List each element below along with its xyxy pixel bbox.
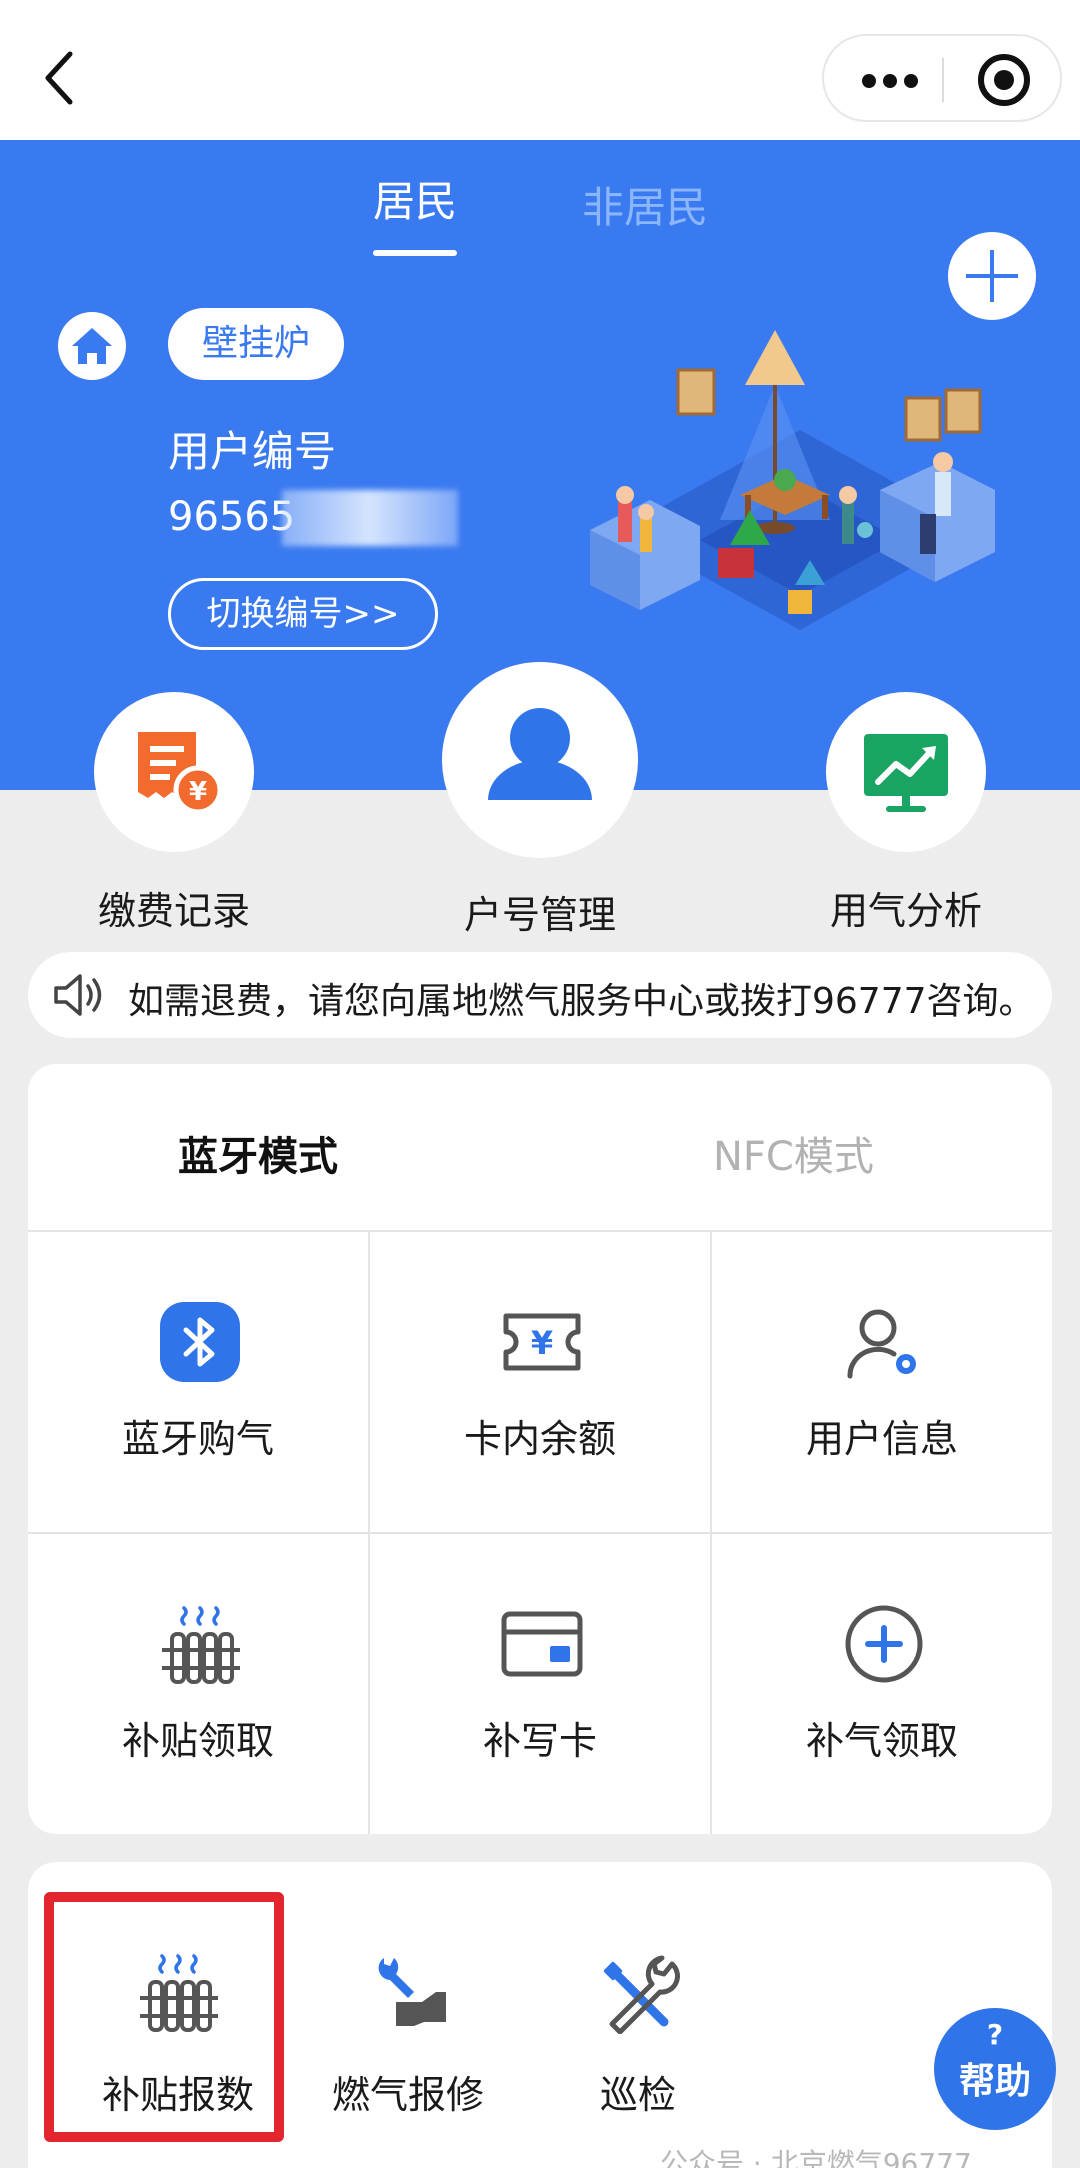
- close-miniprogram-icon[interactable]: [978, 54, 1030, 106]
- home-icon: [58, 312, 126, 380]
- capsule-divider: [942, 58, 944, 102]
- help-label: 帮助: [958, 2061, 1031, 2102]
- tab-nfc-mode[interactable]: NFC模式: [713, 1124, 874, 1182]
- radiator-icon: [162, 1606, 240, 1684]
- gas-repair-button[interactable]: 燃气报修: [298, 1892, 518, 2132]
- card-balance-label: 卡内余额: [463, 1417, 616, 1461]
- rewrite-card-label: 补写卡: [482, 1719, 597, 1763]
- living-room-illustration: [590, 330, 995, 630]
- wrench-hand-icon: [378, 1958, 446, 2026]
- account-number: 96565: [168, 494, 296, 540]
- active-tab-indicator: [373, 250, 457, 256]
- top-nav-bar: [0, 0, 1080, 140]
- mode-card: 蓝牙模式 NFC模式 蓝牙购气 ¥ 卡内余额 用户信息 补贴领取 补写卡 补气领…: [28, 1064, 1052, 1834]
- user-info-button[interactable]: 用户信息: [712, 1232, 1052, 1532]
- back-icon[interactable]: [38, 48, 86, 108]
- highlight-annotation-box: [44, 1892, 284, 2142]
- bluetooth-purchase-label: 蓝牙购气: [121, 1417, 274, 1461]
- help-question-mark: ?: [986, 2018, 1004, 2051]
- inspection-button[interactable]: 巡检: [528, 1892, 748, 2132]
- more-icon[interactable]: [860, 70, 920, 90]
- watermark: 公众号 · 北京燃气96777: [660, 2147, 972, 2168]
- inspection-label: 巡检: [599, 2073, 676, 2117]
- tab-bluetooth-mode[interactable]: 蓝牙模式: [178, 1124, 338, 1182]
- add-circle-icon: [845, 1605, 923, 1683]
- usage-analysis-label: 用气分析: [829, 889, 982, 933]
- payment-records-label: 缴费记录: [97, 889, 250, 933]
- card-balance-button[interactable]: ¥ 卡内余额: [370, 1232, 710, 1532]
- payment-records-button[interactable]: ¥: [94, 692, 254, 852]
- speaker-icon: [54, 974, 102, 1016]
- notice-bar[interactable]: 如需退费，请您向属地燃气服务中心或拨打96777咨询。: [28, 952, 1052, 1038]
- account-number-label: 用户编号: [168, 427, 337, 476]
- user-profile-icon: [488, 708, 592, 800]
- user-info-label: 用户信息: [805, 1417, 958, 1461]
- account-management-button[interactable]: [442, 662, 638, 858]
- bluetooth-purchase-button[interactable]: 蓝牙购气: [28, 1232, 368, 1532]
- trend-chart-icon: [864, 734, 948, 812]
- svg-text:¥: ¥: [189, 777, 207, 807]
- help-button[interactable]: ? 帮助: [934, 2008, 1056, 2130]
- receipt-icon: ¥: [138, 732, 223, 815]
- account-type-badge: 壁挂炉: [168, 308, 344, 380]
- svg-text:¥: ¥: [531, 1324, 553, 1362]
- gas-top-up-claim-label: 补气领取: [805, 1719, 958, 1763]
- subsidy-claim-label: 补贴领取: [121, 1719, 274, 1763]
- card-icon: [501, 1611, 583, 1677]
- tab-resident[interactable]: 居民: [330, 168, 500, 229]
- account-management-label: 户号管理: [463, 893, 616, 937]
- subsidy-claim-button[interactable]: 补贴领取: [28, 1534, 368, 1834]
- user-settings-icon: [847, 1309, 916, 1379]
- gas-top-up-claim-button[interactable]: 补气领取: [712, 1534, 1052, 1834]
- notice-text: 如需退费，请您向属地燃气服务中心或拨打96777咨询。: [128, 981, 1035, 1022]
- tab-non-resident[interactable]: 非居民: [560, 174, 730, 235]
- rewrite-card-button[interactable]: 补写卡: [370, 1534, 710, 1834]
- bluetooth-icon: [160, 1302, 240, 1382]
- masked-account-digits: [282, 490, 458, 546]
- miniprogram-capsule: [822, 34, 1062, 122]
- usage-analysis-button[interactable]: [826, 692, 986, 852]
- gas-repair-label: 燃气报修: [331, 2073, 484, 2117]
- tools-icon: [603, 1955, 680, 2034]
- ticket-yuan-icon: ¥: [503, 1313, 581, 1371]
- switch-account-button[interactable]: 切换编号>>: [168, 578, 438, 650]
